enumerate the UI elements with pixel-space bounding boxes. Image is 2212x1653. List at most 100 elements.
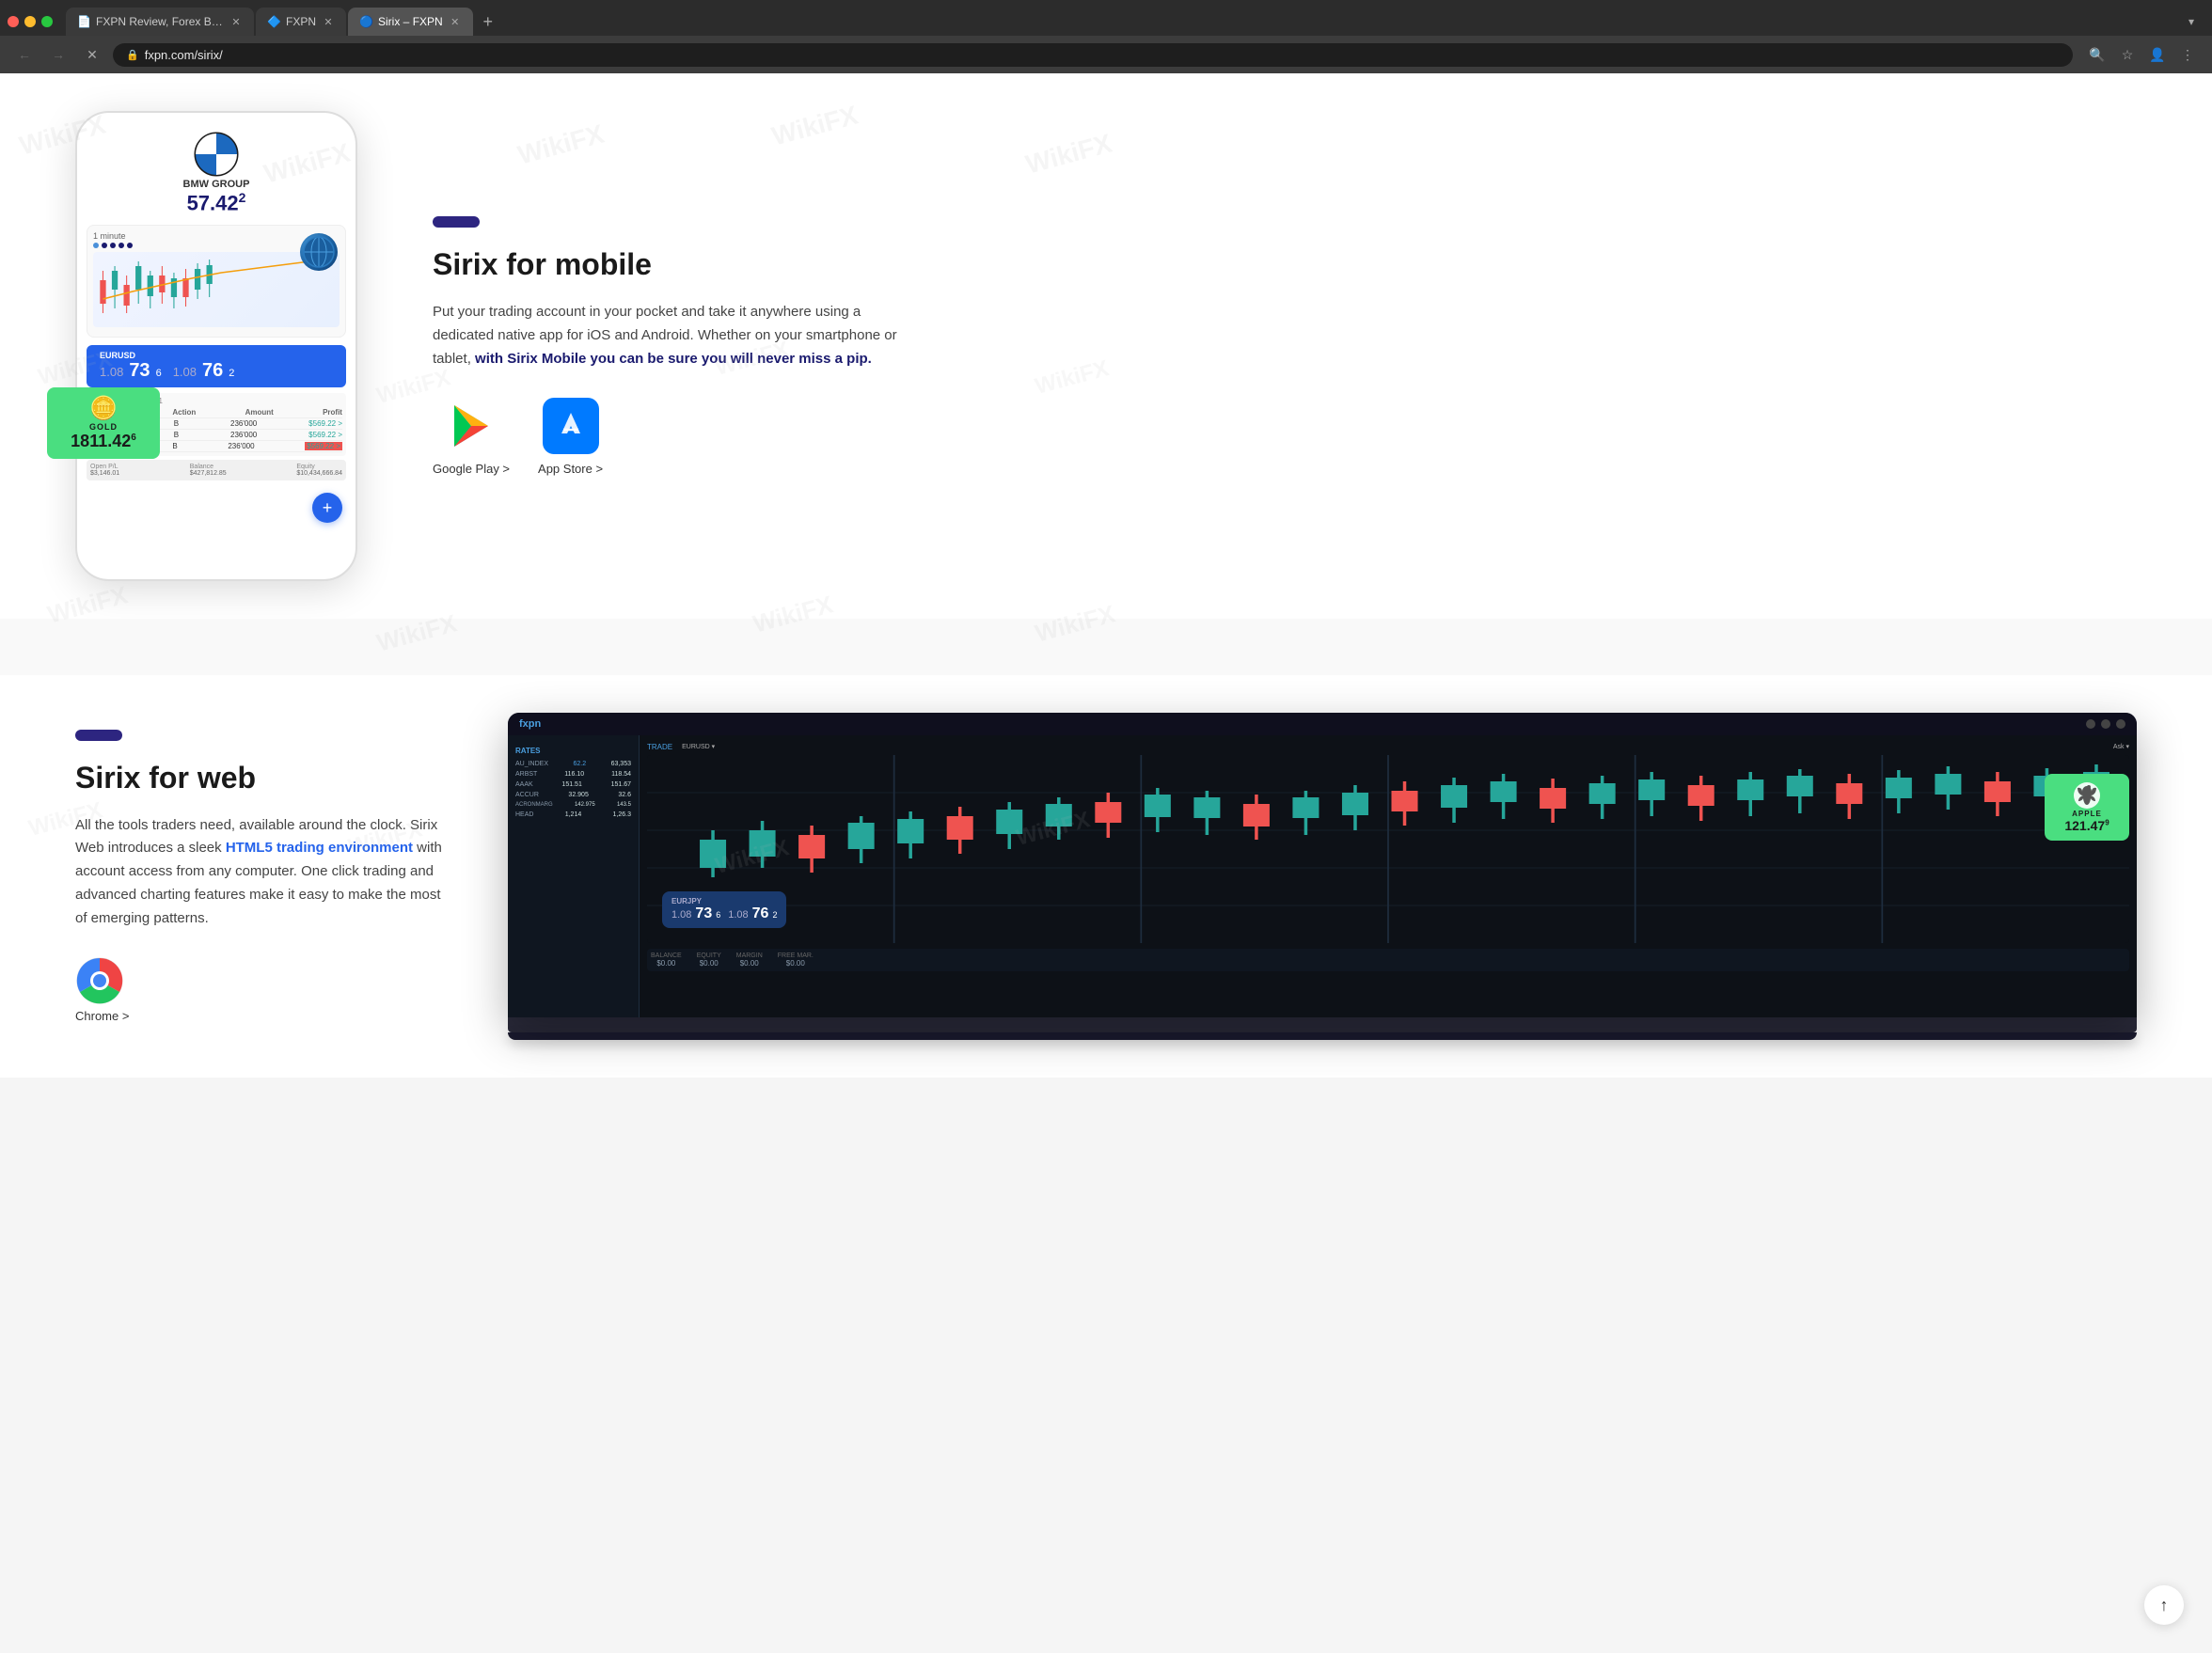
phone-footer: Open P/L$3,146.01 Balance$427,812.85 Equ… — [87, 460, 346, 480]
tab-fxpn[interactable]: 🔷 FXPN ✕ — [256, 8, 346, 36]
laptop-eurjpy-big1: 73 — [695, 905, 712, 922]
laptop-ctrl-1 — [2086, 719, 2095, 729]
google-play-svg — [443, 398, 499, 454]
phone-fab-button[interactable]: + — [312, 493, 342, 523]
web-section-pill — [75, 730, 122, 741]
ls-row-3: AAAK151.51151.67 — [508, 779, 639, 790]
maximize-window-button[interactable] — [41, 16, 53, 27]
web-section-desc: All the tools traders need, available ar… — [75, 814, 451, 931]
tab-title-3: Sirix – FXPN — [378, 15, 443, 28]
chrome-svg — [75, 956, 124, 1005]
app-store-svg — [554, 409, 588, 443]
mobile-desc-link: with Sirix Mobile you can be sure you wi… — [475, 351, 872, 367]
mobile-section-desc: Put your trading account in your pocket … — [433, 301, 903, 370]
section-mobile: BMW GROUP 57.422 1 minute — [0, 73, 2212, 619]
eurusd-big1: 73 — [129, 360, 150, 382]
tab-close-3[interactable]: ✕ — [449, 15, 462, 28]
laptop-frame: fxpn RATES AU_INDEX62.263,353 — [508, 713, 2137, 1017]
tab-close-1[interactable]: ✕ — [229, 15, 243, 28]
laptop-eurjpy-label: EURJPY — [672, 897, 777, 905]
laptop-apple-label: APPLE — [2072, 810, 2102, 818]
phone-frame: BMW GROUP 57.422 1 minute — [75, 111, 357, 581]
laptop-brand: fxpn — [519, 718, 541, 730]
toolbar-icons: 🔍 ☆ 👤 ⋮ — [2084, 41, 2201, 68]
gold-label: GOLD — [89, 422, 118, 432]
laptop-balance-item: BALANCE $0.00 — [651, 952, 682, 968]
scroll-top-button[interactable]: ↑ — [2144, 1585, 2184, 1625]
new-tab-button[interactable]: + — [475, 8, 501, 35]
laptop-base — [508, 1017, 2137, 1032]
mobile-section-pill — [433, 216, 480, 228]
apple-logo-icon — [2073, 781, 2101, 810]
lock-icon: 🔒 — [126, 49, 139, 61]
ls-row-4: ACCUR32.90532.6 — [508, 790, 639, 800]
chrome-icon-container: Chrome > — [75, 956, 451, 1023]
web-desc-link[interactable]: HTML5 trading environment — [226, 840, 413, 856]
laptop-chart: EURJPY 1.08 736 1.08 762 — [647, 755, 2129, 943]
laptop-chart-svg — [647, 755, 2129, 943]
minimize-window-button[interactable] — [24, 16, 36, 27]
chrome-icon — [75, 956, 124, 1005]
tab-favicon-1: 📄 — [77, 15, 90, 28]
phone-logo-area: BMW GROUP — [183, 132, 250, 190]
laptop-eurjpy-big2: 76 — [752, 905, 769, 922]
mobile-section-title: Sirix for mobile — [433, 247, 2137, 282]
bookmark-icon[interactable]: ☆ — [2114, 41, 2141, 68]
google-play-button[interactable]: Google Play > — [433, 398, 510, 476]
laptop-eurjpy-sup1: 6 — [716, 910, 720, 920]
web-section-content: Sirix for web All the tools traders need… — [75, 730, 451, 1024]
laptop-eurjpy-sup2: 2 — [772, 910, 777, 920]
mobile-section-content: Sirix for mobile Put your trading accoun… — [433, 216, 2137, 475]
url-text: fxpn.com/sirix/ — [145, 48, 223, 62]
laptop-bottom — [508, 1032, 2137, 1040]
close-window-button[interactable] — [8, 16, 19, 27]
laptop-topbar: fxpn — [508, 713, 2137, 735]
laptop-bottom-bar: BALANCE $0.00 EQUITY $0.00 MARGIN $0.00 — [647, 949, 2129, 971]
ls-row-2: ARBST116.10118.54 — [508, 769, 639, 779]
laptop-sidebar: RATES AU_INDEX62.263,353 ARBST116.10118.… — [508, 735, 640, 1017]
phone-chart-area: 1 minute — [87, 225, 346, 338]
laptop-eurjpy-values: 1.08 736 1.08 762 — [672, 905, 777, 922]
tab-favicon-3: 🔵 — [359, 15, 372, 28]
laptop-eurjpy-badge: EURJPY 1.08 736 1.08 762 — [662, 891, 786, 928]
gold-icon: 🪙 — [89, 395, 118, 422]
laptop-main: TRADE EURUSD ▾ Ask ▾ — [640, 735, 2137, 1017]
eurusd-big2: 76 — [202, 360, 223, 382]
reload-button[interactable]: ✕ — [79, 41, 105, 68]
tab-sirix-fxpn[interactable]: 🔵 Sirix – FXPN ✕ — [348, 8, 473, 36]
phone-header: BMW GROUP 57.422 — [87, 132, 346, 215]
address-bar-row: ← → ✕ 🔒 fxpn.com/sirix/ 🔍 ☆ 👤 ⋮ — [0, 36, 2212, 73]
tab-fxpn-review[interactable]: 📄 FXPN Review, Forex Broker&... ✕ — [66, 8, 254, 36]
eurusd-label: EURUSD — [100, 351, 333, 360]
eurusd-sup1: 6 — [156, 368, 162, 379]
store-buttons: Google Play > App Store > — [433, 398, 2137, 476]
bmw-text: BMW GROUP — [183, 179, 250, 190]
laptop-rates-header: RATES — [508, 743, 639, 759]
search-icon[interactable]: 🔍 — [2084, 41, 2110, 68]
laptop-mockup: fxpn RATES AU_INDEX62.263,353 — [508, 713, 2137, 1040]
menu-icon[interactable]: ⋮ — [2174, 41, 2201, 68]
laptop-ctrl-2 — [2101, 719, 2110, 729]
window-controls — [8, 16, 53, 27]
laptop-trade-header: TRADE EURUSD ▾ Ask ▾ — [647, 743, 2129, 751]
section-spacer — [0, 619, 2212, 675]
bmw-logo-icon — [194, 132, 239, 177]
app-store-button[interactable]: App Store > — [538, 398, 603, 476]
ls-row-1: AU_INDEX62.263,353 — [508, 759, 639, 769]
bmw-price: 57.422 — [187, 190, 246, 215]
globe-icon — [302, 235, 336, 269]
chrome-label[interactable]: Chrome > — [75, 1009, 451, 1023]
back-button[interactable]: ← — [11, 41, 38, 68]
tab-overflow-button[interactable]: ▾ — [2178, 8, 2204, 35]
profile-icon[interactable]: 👤 — [2144, 41, 2171, 68]
web-section-title: Sirix for web — [75, 761, 451, 795]
tab-title-1: FXPN Review, Forex Broker&... — [96, 15, 224, 28]
browser-chrome: 📄 FXPN Review, Forex Broker&... ✕ 🔷 FXPN… — [0, 0, 2212, 73]
address-box[interactable]: 🔒 fxpn.com/sirix/ — [113, 43, 2073, 67]
forward-button[interactable]: → — [45, 41, 71, 68]
laptop-margin-item: MARGIN $0.00 — [736, 952, 763, 968]
globe-badge — [300, 233, 338, 271]
app-store-icon — [543, 398, 599, 454]
tab-close-2[interactable]: ✕ — [322, 15, 335, 28]
section-web: Sirix for web All the tools traders need… — [0, 675, 2212, 1078]
